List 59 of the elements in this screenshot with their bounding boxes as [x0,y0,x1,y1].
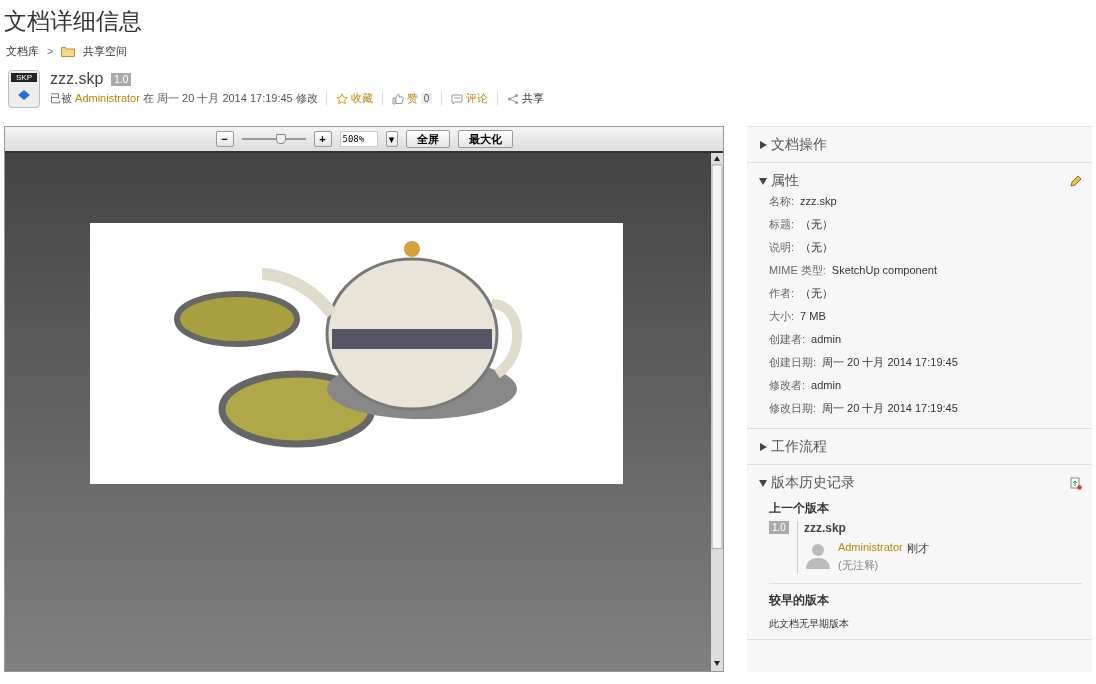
document-name: zzz.skp [50,70,104,88]
file-type-icon: SKP [8,70,40,108]
no-versions-text: 此文档无早期版本 [768,617,850,631]
property-value: admin [811,333,842,346]
version-heading: 较早的版本 [768,592,830,609]
property-value: zzz.skp [800,195,837,208]
section-title[interactable]: 工作流程 [759,438,827,456]
property-label: 名称: [769,195,795,208]
comment-icon [451,92,464,105]
folder-icon [61,45,76,57]
zoom-field[interactable]: 508% [339,131,378,147]
property-label: 说明: [769,241,795,254]
section-title[interactable]: 文档操作 [759,136,827,154]
page-title: 文档详细信息 [4,7,143,36]
favorite-link[interactable]: 收藏 [325,91,382,106]
pencil-icon[interactable] [1069,174,1082,188]
modified-text: 已被 Administrator 在 周一 20 十月 2014 17:19:45 修改 [50,91,319,106]
version-badge: 1.0 [111,72,132,86]
version-badge: 1.0 [769,521,789,534]
section-title[interactable]: 属性 [759,172,799,190]
document-upload-icon[interactable] [1070,476,1082,490]
property-value: admin [811,379,842,392]
property-value: 周一 20 十月 2014 17:19:45 [822,402,958,415]
property-label: 创建者: [769,333,806,346]
zoom-dropdown-button[interactable]: ▾ [385,131,398,147]
breadcrumb-link[interactable]: 文档库 [6,43,39,59]
toolbar-button[interactable]: 最大化 [457,130,513,148]
property-value: 7 MB [800,310,826,323]
share-link[interactable]: 共享 [497,91,554,106]
avatar-icon [803,541,832,569]
like-link[interactable]: 赞 0 [381,91,442,106]
property-label: 大小: [769,310,795,323]
property-label: 修改日期: [769,402,817,415]
property-label: MIME 类型: [769,264,826,277]
comment-link[interactable]: 评论 [441,91,498,106]
breadcrumb-link[interactable]: 共享空间 [83,43,128,59]
zoom-in-button[interactable]: + [313,131,332,147]
property-value: 周一 20 十月 2014 17:19:45 [822,356,958,369]
thumbs-up-icon [391,92,404,105]
breadcrumb-separator: > [47,45,54,57]
property-value: （无） [800,241,834,254]
version-heading: 上一个版本 [768,500,830,517]
property-label: 标题: [769,218,795,231]
version-comment: (无注释) [837,558,880,573]
toolbar-button[interactable]: 全屏 [405,130,450,148]
slider-thumb[interactable] [275,134,286,144]
property-label: 作者: [769,287,795,300]
like-count: 0 [420,93,433,104]
property-value: （无） [800,287,834,300]
star-icon [335,92,348,105]
property-value: （无） [800,218,834,231]
zoom-out-button[interactable]: − [215,131,234,147]
version-time: 刚才 [906,541,929,556]
section-title[interactable]: 版本历史记录 [759,474,855,492]
version-file-name: zzz.skp [803,521,847,535]
property-value: SketchUp component [831,264,937,277]
share-icon [507,92,520,105]
property-label: 创建日期: [769,356,817,369]
property-label: 修改者: [769,379,806,392]
